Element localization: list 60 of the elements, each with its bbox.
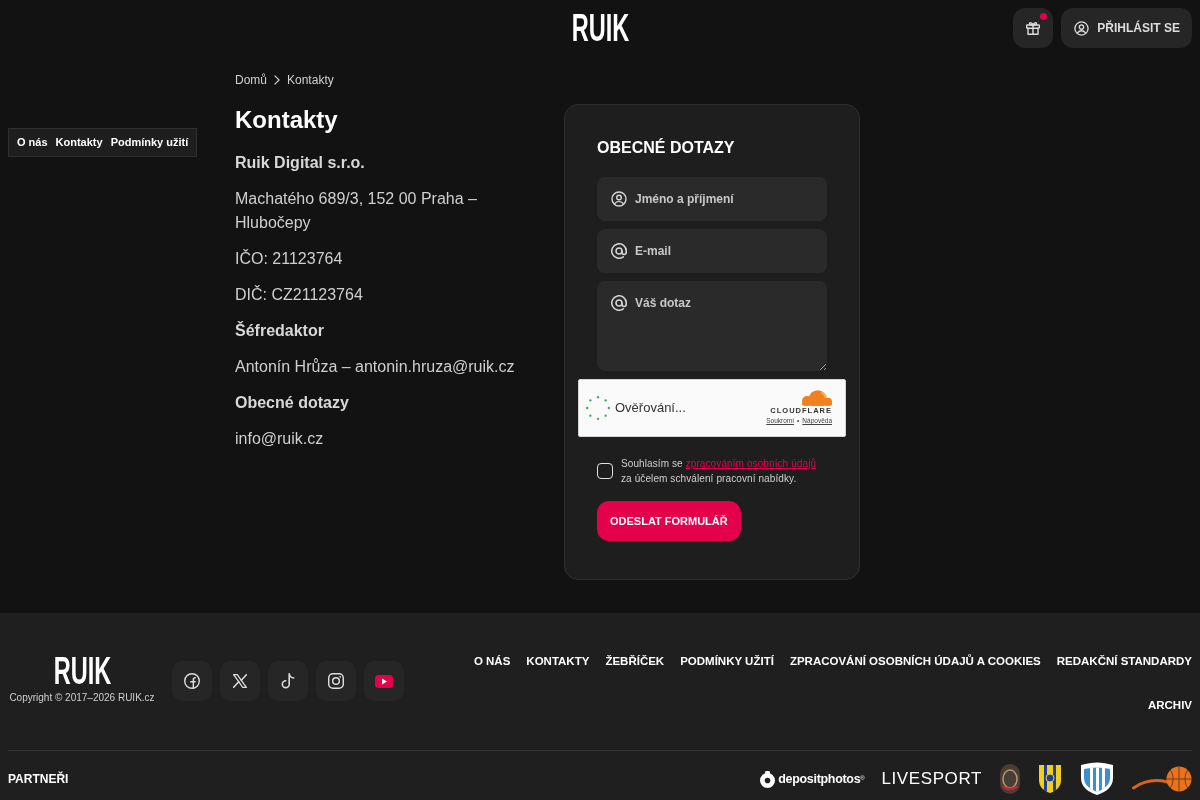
gift-icon xyxy=(1025,20,1042,36)
breadcrumb-current: Kontakty xyxy=(287,72,334,89)
consent-text: Souhlasím se zpracováním osobních údajů za účelem schválení pracovní nabídky. xyxy=(621,457,817,486)
tiktok-icon xyxy=(281,673,295,689)
gift-button[interactable] xyxy=(1013,8,1054,48)
striped-shield-icon[interactable] xyxy=(1038,764,1062,794)
footer-link[interactable]: REDAKČNÍ STANDARDY xyxy=(1056,653,1192,669)
chevron-right-icon xyxy=(274,75,280,85)
contact-text: DIČ: CZ21123764 xyxy=(235,284,364,305)
youtube-icon xyxy=(375,674,393,688)
basketball-logo-icon[interactable] xyxy=(1132,766,1192,792)
input-field[interactable]: E-mail xyxy=(597,229,827,273)
social-button[interactable] xyxy=(268,661,308,701)
partner-wordmark[interactable]: depositphotos$^{®}$ xyxy=(778,769,865,789)
at-sign-icon xyxy=(611,295,627,311)
textarea-field[interactable]: Váš dotaz xyxy=(597,281,827,371)
contact-heading: Ruik Digital s.r.o. xyxy=(235,153,366,173)
social-button[interactable] xyxy=(172,661,212,701)
form-title: OBECNÉ DOTAZY xyxy=(597,138,736,158)
copyright-text: Copyright © 2017–2026 RUIK.cz xyxy=(9,691,155,705)
fct-shield-icon[interactable] xyxy=(1079,762,1115,796)
page-link[interactable]: Kontakty xyxy=(55,134,103,151)
consent-checkbox[interactable] xyxy=(597,463,613,479)
page-title: Kontakty xyxy=(235,105,339,135)
footer-logo[interactable]: RUIK xyxy=(53,653,111,689)
user-icon xyxy=(611,191,627,207)
footer-link[interactable]: KONTAKTY xyxy=(526,653,590,669)
contact-heading: Šéfredaktor xyxy=(235,320,325,341)
user-icon xyxy=(1074,20,1090,36)
contact-text: info@ruik.cz xyxy=(235,429,325,449)
footer-link[interactable]: PODMÍNKY UŽITÍ xyxy=(680,653,774,669)
login-button[interactable]: PŘIHLÁSIT SE xyxy=(1061,8,1192,48)
contact-text: Machatého 689/3, 152 00 Praha – Hlubočepy xyxy=(235,189,478,233)
footer-link[interactable]: ŽEBŘÍČEK xyxy=(605,653,665,669)
site-logo[interactable]: RUIK xyxy=(571,8,629,48)
social-button[interactable] xyxy=(220,661,260,701)
contact-text: IČO: 21123764 xyxy=(235,248,344,269)
social-button[interactable] xyxy=(316,661,356,701)
contact-heading: Obecné dotazy xyxy=(235,393,350,413)
footer-link[interactable]: O NÁS xyxy=(473,653,511,669)
page-link[interactable]: Podmínky užití xyxy=(110,134,189,151)
input-field[interactable]: Jméno a příjmení xyxy=(597,177,827,221)
footer-link[interactable]: ZPRACOVÁNÍ OSOBNÍCH ÚDAJŮ A COOKIES xyxy=(789,653,1041,669)
partners-heading: PARTNEŘI xyxy=(8,770,69,788)
x-logo-icon xyxy=(233,674,247,688)
privacy-link[interactable]: zpracováním osobních údajů xyxy=(685,458,817,469)
breadcrumb-link[interactable]: Domů xyxy=(235,71,267,89)
cloud-icon xyxy=(802,390,832,406)
at-sign-icon xyxy=(611,243,627,259)
facebook-icon xyxy=(184,673,200,689)
submit-button[interactable]: ODESLAT FORMULÁŘ xyxy=(597,501,741,541)
instagram-icon xyxy=(328,673,344,689)
ring-logo-icon[interactable] xyxy=(760,770,776,788)
page-link[interactable]: O nás xyxy=(17,134,48,151)
spinner-icon xyxy=(586,396,610,420)
footer-link[interactable]: ARCHIV xyxy=(1147,697,1192,713)
contact-text: Antonín Hrůza – antonin.hruza@ruik.cz xyxy=(235,357,516,377)
round-badge-icon[interactable] xyxy=(999,764,1021,794)
partner-wordmark[interactable]: LIVESPORT xyxy=(881,769,982,789)
captcha-status: Ověřování... xyxy=(615,399,686,418)
